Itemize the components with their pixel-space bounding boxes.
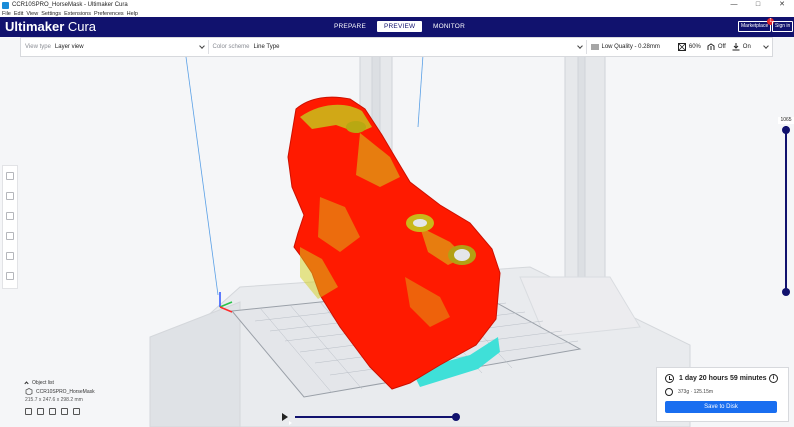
left-toolbar [2, 165, 18, 289]
brand-logo: Ultimaker Cura [5, 19, 97, 34]
adhesion-value: On [742, 44, 751, 50]
view-type-value: Layer view [54, 44, 84, 50]
menu-preferences[interactable]: Preferences [94, 11, 124, 17]
material-usage: 373g · 125.15m [678, 389, 714, 395]
cura-app-icon [2, 1, 9, 9]
layer-track[interactable] [785, 126, 787, 292]
print-info-panel: 1 day 20 hours 59 minutes i 373g · 125.1… [656, 367, 789, 422]
object-list-toggle[interactable]: Object list [24, 378, 145, 387]
layer-upper-handle[interactable] [782, 126, 790, 134]
left-view-icon[interactable] [61, 408, 68, 415]
move-tool-button[interactable] [3, 166, 17, 186]
move-icon [6, 172, 14, 180]
mirror-tool-button[interactable] [3, 226, 17, 246]
view-toolbar: View type Layer view Color scheme Line T… [20, 37, 773, 57]
tab-prepare[interactable]: PREPARE [327, 21, 373, 32]
play-button[interactable] [282, 413, 292, 425]
camera-view-buttons [25, 408, 145, 415]
view-type-select[interactable]: View type Layer view [21, 38, 208, 56]
object-name: CCR10SPRO_HorseMask [36, 388, 95, 395]
chevron-up-icon [24, 381, 29, 386]
per-model-settings-button[interactable] [3, 246, 17, 266]
menu-extensions[interactable]: Extensions [64, 11, 91, 17]
marketplace-button[interactable]: Marketplace 1 [738, 18, 775, 32]
path-slider-handle[interactable] [452, 413, 460, 421]
rotate-icon [6, 212, 14, 220]
simulation-playbar [282, 411, 462, 425]
spool-icon [665, 388, 673, 396]
menu-settings[interactable]: Settings [41, 11, 61, 17]
infill-icon [677, 43, 686, 51]
close-button[interactable]: ✕ [770, 0, 794, 10]
per-model-settings-icon [6, 252, 14, 260]
support-blocker-button[interactable] [3, 266, 17, 286]
menu-file[interactable]: File [2, 11, 11, 17]
path-slider-track[interactable] [295, 416, 457, 418]
layer-lower-handle[interactable] [782, 288, 790, 296]
object-dimensions: 215.7 x 247.6 x 298.2 mm [25, 397, 83, 403]
menu-edit[interactable]: Edit [14, 11, 23, 17]
infill-value: 60% [688, 44, 701, 50]
menu-bar: File Edit View Settings Extensions Prefe… [0, 10, 794, 17]
object-list-panel: Object list CCR10SPRO_HorseMask 215.7 x … [24, 378, 145, 424]
info-icon[interactable]: i [769, 374, 778, 383]
stage-tabs: PREPARE PREVIEW MONITOR [327, 21, 472, 32]
3d-view-icon[interactable] [25, 408, 32, 415]
cube-icon [25, 388, 33, 395]
chevron-down-icon [763, 43, 769, 49]
color-scheme-value: Line Type [253, 44, 280, 50]
object-list-item[interactable]: CCR10SPRO_HorseMask [25, 387, 145, 396]
scale-icon [6, 192, 14, 200]
support-blocker-icon [6, 272, 14, 280]
menu-help[interactable]: Help [127, 11, 138, 17]
view-type-label: View type [25, 44, 51, 50]
save-to-disk-button[interactable]: Save to Disk [665, 401, 777, 413]
tab-monitor[interactable]: MONITOR [426, 21, 472, 32]
sign-in-button[interactable]: Sign in [772, 21, 794, 32]
layer-slider[interactable]: 1065 [778, 117, 794, 297]
window-title: CCR10SPRO_HorseMask - Ultimaker Cura [12, 2, 128, 8]
scale-tool-button[interactable] [3, 186, 17, 206]
layer-number: 1065 [778, 117, 794, 124]
color-scheme-label: Color scheme [212, 44, 250, 50]
right-view-icon[interactable] [73, 408, 80, 415]
app-header: Ultimaker Cura PREPARE PREVIEW MONITOR M… [0, 17, 794, 37]
chevron-down-icon [576, 43, 583, 49]
tab-preview[interactable]: PREVIEW [376, 21, 422, 32]
maximize-button[interactable]: □ [746, 0, 770, 10]
front-view-icon[interactable] [37, 408, 44, 415]
support-value: Off [717, 44, 726, 50]
support-icon [707, 43, 715, 50]
window-controls: — □ ✕ [722, 0, 794, 10]
play-icon [289, 420, 292, 425]
window-titlebar: CCR10SPRO_HorseMask - Ultimaker Cura — □… [0, 0, 794, 10]
clock-icon [665, 374, 674, 383]
quality-value: Low Quality - 0.28mm [601, 44, 660, 50]
mirror-icon [6, 232, 14, 240]
minimize-button[interactable]: — [722, 0, 746, 10]
object-list-header: Object list [32, 379, 54, 386]
print-settings-button[interactable]: Low Quality - 0.28mm 60% Off On [587, 38, 773, 56]
color-scheme-select[interactable]: Color scheme Line Type [209, 38, 586, 56]
sliders-icon [590, 44, 599, 50]
top-view-icon[interactable] [49, 408, 56, 415]
print-time: 1 day 20 hours 59 minutes [679, 375, 767, 382]
rotate-tool-button[interactable] [3, 206, 17, 226]
chevron-down-icon [198, 43, 205, 49]
adhesion-icon [732, 43, 740, 51]
menu-view[interactable]: View [26, 11, 38, 17]
